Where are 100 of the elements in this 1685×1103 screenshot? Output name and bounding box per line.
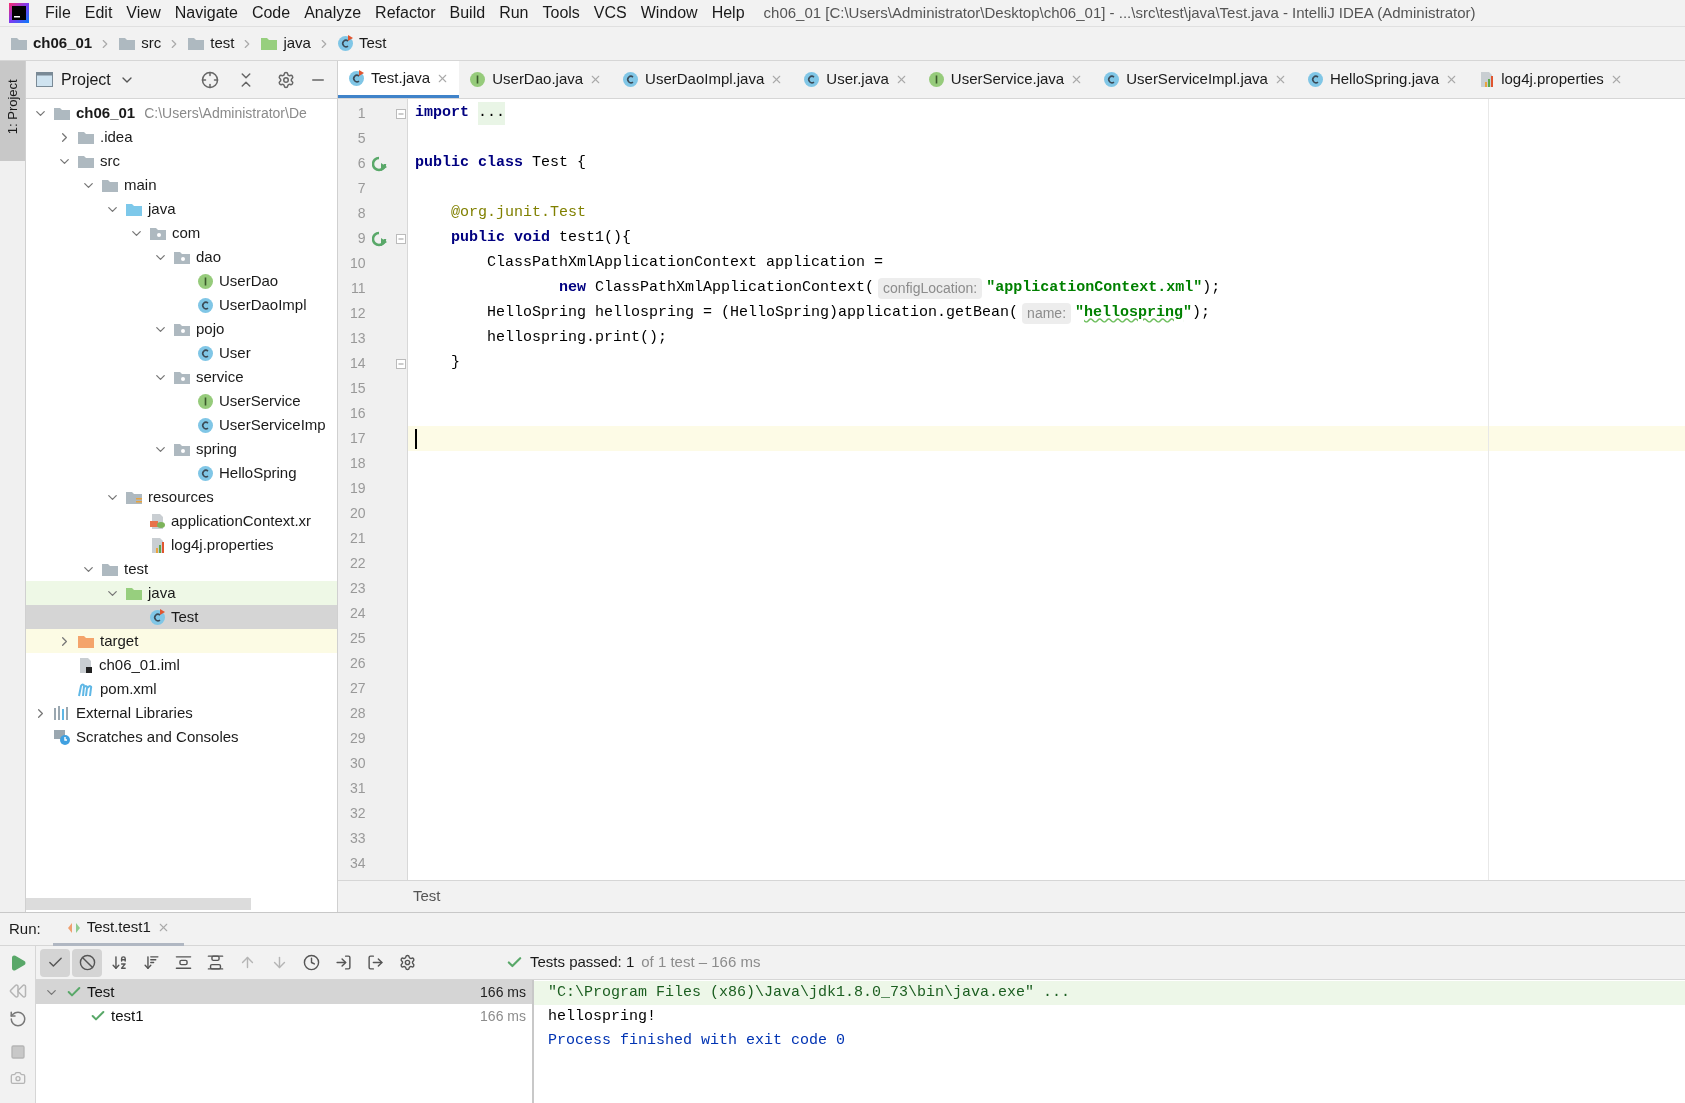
folder-icon — [77, 633, 95, 649]
code-line: @org.junit.Test — [450, 203, 587, 224]
scrollbar[interactable] — [26, 898, 251, 910]
line-number: 24 — [349, 604, 366, 623]
settings-icon[interactable] — [277, 70, 295, 89]
menu-item[interactable]: Run — [492, 1, 536, 25]
menu-item[interactable]: Help — [704, 1, 752, 25]
menu-item[interactable]: Edit — [77, 1, 120, 25]
show-ignored-button[interactable] — [72, 948, 102, 977]
folded-code[interactable]: ... — [478, 102, 506, 125]
test-tree-item[interactable]: test1 166 ms — [36, 1004, 532, 1028]
editor-tab[interactable]: log4j.properties — [1468, 61, 1633, 98]
tree-item[interactable]: HelloSpring — [26, 461, 337, 485]
editor-tab[interactable]: Test.java — [338, 61, 460, 98]
menu-item[interactable]: VCS — [586, 1, 634, 25]
locate-icon[interactable] — [201, 70, 219, 89]
tree-item[interactable]: pojo — [26, 317, 337, 341]
line-number: 22 — [349, 554, 366, 573]
text-caret — [415, 428, 417, 449]
code-line: hellospring.print(); — [486, 328, 668, 349]
menu-item[interactable]: View — [119, 1, 168, 25]
tree-item[interactable]: java — [26, 197, 337, 221]
package-folder-icon — [149, 225, 167, 241]
tree-item[interactable]: target — [26, 629, 337, 653]
class-icon — [622, 71, 640, 88]
line-number: 25 — [349, 629, 366, 648]
editor-tab[interactable]: UserService.java — [917, 61, 1094, 98]
editor-tab[interactable]: UserDao.java — [459, 61, 613, 98]
tree-item[interactable]: java — [26, 581, 337, 605]
tree-item[interactable]: UserDao — [26, 269, 337, 293]
menu-item[interactable]: Navigate — [167, 1, 245, 25]
duration-text: 166 ms — [480, 982, 526, 1002]
menu-item[interactable]: Window — [633, 1, 705, 25]
tree-item[interactable]: UserDaoImpl — [26, 293, 337, 317]
editor-tab[interactable]: UserDaoImpl.java — [612, 61, 794, 98]
tree-item[interactable]: UserService — [26, 389, 337, 413]
properties-file-icon — [1478, 71, 1496, 88]
tree-item[interactable]: com — [26, 221, 337, 245]
test-class-icon — [336, 35, 354, 52]
test-class-icon — [149, 608, 166, 626]
tree-item[interactable]: dao — [26, 245, 337, 269]
menu-item[interactable]: Build — [442, 1, 493, 25]
tree-item[interactable]: src — [26, 149, 337, 173]
tree-item[interactable]: pom.xml — [26, 677, 337, 701]
folder-icon — [101, 177, 119, 193]
test-tree-item[interactable]: Test 166 ms — [36, 980, 532, 1004]
line-number: 7 — [356, 179, 366, 198]
tree-item[interactable]: spring — [26, 437, 337, 461]
side-tab[interactable]: 1: Project — [0, 61, 25, 161]
interface-icon — [469, 71, 487, 88]
tree-item[interactable]: UserServiceImp — [26, 413, 337, 437]
line-number: 15 — [349, 379, 366, 398]
code-line: HelloSpring hellospring = (HelloSpring)application.getBean( name: "hellospring"); — [486, 302, 1211, 325]
tree-item[interactable]: resources — [26, 485, 337, 509]
show-passed-button[interactable] — [40, 948, 70, 977]
panel-icon — [36, 72, 53, 87]
toggle-autotest-icon[interactable] — [8, 1010, 27, 1028]
class-icon — [1306, 71, 1324, 88]
tree-item[interactable]: .idea — [26, 125, 337, 149]
menu-item[interactable]: Code — [244, 1, 298, 25]
line-number: 1 — [356, 104, 366, 123]
tree-item[interactable]: ch06_01 C:\Users\Administrator\De — [26, 101, 337, 125]
test-status: Tests passed: 1 — [530, 952, 635, 973]
folder-icon — [77, 129, 95, 145]
editor-breadcrumb[interactable]: Test — [413, 885, 441, 908]
menu-item[interactable]: File — [38, 1, 78, 25]
panel-title[interactable]: Project — [61, 67, 111, 92]
menu-item[interactable]: Refactor — [368, 1, 443, 25]
breadcrumb-item[interactable]: test — [187, 32, 235, 55]
menu-item[interactable]: Analyze — [297, 1, 369, 25]
tree-item[interactable]: log4j.properties — [26, 533, 337, 557]
code-line: new ClassPathXmlApplicationContext( configLocation: "applicationContext.xml"); — [558, 277, 1221, 300]
line-number: 9 — [356, 229, 366, 248]
menu-item[interactable]: Tools — [535, 1, 587, 25]
breadcrumb-item[interactable]: java — [260, 32, 311, 55]
tree-item[interactable]: Scratches and Consoles — [26, 725, 337, 749]
tree-item[interactable]: test — [26, 557, 337, 581]
editor-tab[interactable]: User.java — [793, 61, 918, 98]
tree-item[interactable]: User — [26, 341, 337, 365]
folder-icon — [125, 201, 143, 217]
tree-item[interactable]: service — [26, 365, 337, 389]
code-line: ClassPathXmlApplicationContext application = — [486, 253, 884, 274]
expand-all-icon — [174, 954, 192, 971]
console-line: Process finished with exit code 0 — [547, 1030, 847, 1051]
breadcrumb-item[interactable]: Test — [336, 32, 387, 55]
run-gutter-icon[interactable] — [372, 155, 389, 172]
tree-item[interactable]: Test — [26, 605, 337, 629]
run-gutter-icon[interactable] — [372, 230, 389, 247]
folder-icon — [77, 153, 95, 169]
run-tab[interactable]: Test.test1 — [52, 912, 184, 946]
editor-tab[interactable]: UserServiceImpl.java — [1093, 61, 1297, 98]
tree-item[interactable]: ch06_01.iml — [26, 653, 337, 677]
console-line: hellospring! — [547, 1006, 658, 1027]
breadcrumb-item[interactable]: ch06_01 — [10, 32, 93, 55]
breadcrumb-item[interactable]: src — [118, 32, 162, 55]
tree-item[interactable]: External Libraries — [26, 701, 337, 725]
tree-item[interactable]: applicationContext.xr — [26, 509, 337, 533]
line-number: 8 — [356, 204, 366, 223]
tree-item[interactable]: main — [26, 173, 337, 197]
editor-tab[interactable]: HelloSpring.java — [1296, 61, 1469, 98]
